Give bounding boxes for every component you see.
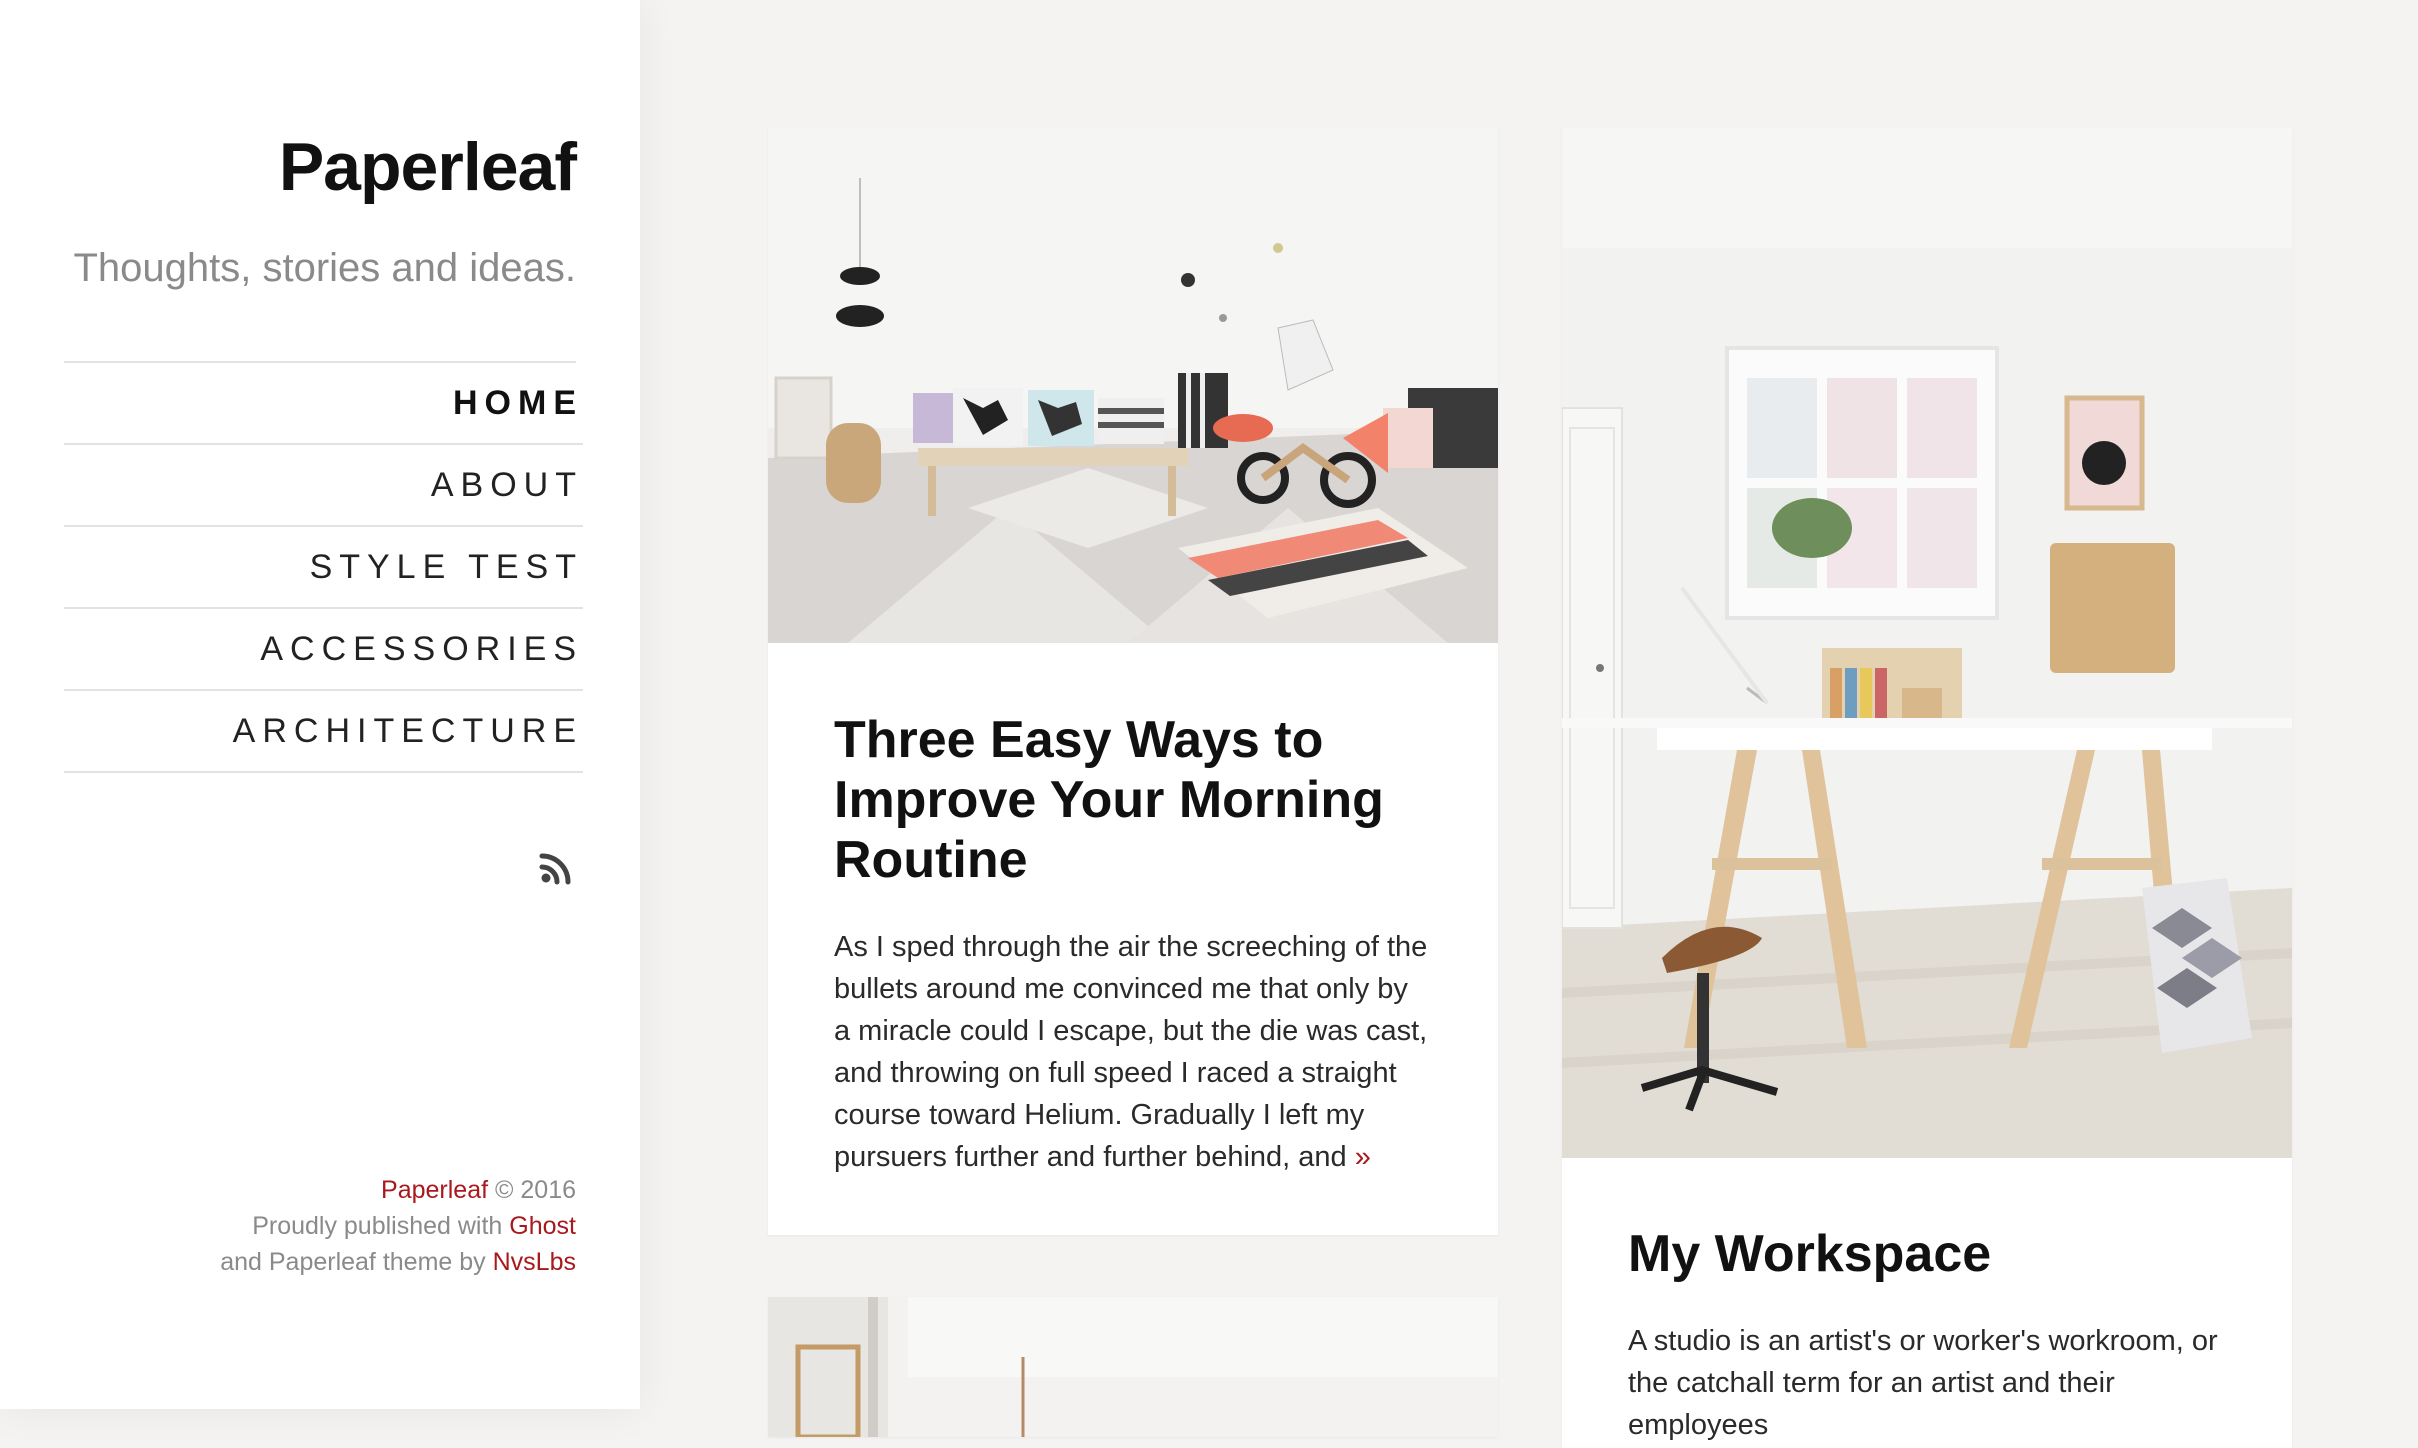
post-image[interactable] xyxy=(768,128,1498,643)
main-nav: HOME ABOUT STYLE TEST ACCESSORIES ARCHIT… xyxy=(64,361,583,773)
post-card xyxy=(768,1297,1498,1437)
footer-published-text: Proudly published with xyxy=(252,1212,503,1240)
footer-theme-line: and Paperleaf theme by NvsLbs xyxy=(220,1244,576,1280)
nav-item-about[interactable]: ABOUT xyxy=(64,445,583,527)
post-excerpt-text: As I sped through the air the screeching… xyxy=(834,931,1428,1173)
post-title[interactable]: My Workspace xyxy=(1628,1224,2226,1284)
nav-item-accessories[interactable]: ACCESSORIES xyxy=(64,609,583,691)
nav-item-architecture[interactable]: ARCHITECTURE xyxy=(64,691,583,773)
post-image[interactable] xyxy=(1562,128,2292,1158)
nav-item-style-test[interactable]: STYLE TEST xyxy=(64,527,583,609)
footer-theme-text: and Paperleaf theme by xyxy=(220,1248,486,1276)
post-card: My Workspace A studio is an artist's or … xyxy=(1562,128,2292,1448)
footer-copyright-line: Paperleaf © 2016 xyxy=(220,1172,576,1208)
sidebar: Paperleaf Thoughts, stories and ideas. H… xyxy=(0,0,640,1409)
post-card: Three Easy Ways to Improve Your Morning … xyxy=(768,128,1498,1235)
blog-description: Thoughts, stories and ideas. xyxy=(73,246,576,290)
read-more-link[interactable]: » xyxy=(1355,1141,1371,1173)
footer-copyright: © 2016 xyxy=(495,1176,576,1204)
footer-ghost-link[interactable]: Ghost xyxy=(509,1212,576,1240)
footer-brand-link[interactable]: Paperleaf xyxy=(381,1176,488,1204)
post-excerpt: As I sped through the air the screeching… xyxy=(834,926,1432,1178)
post-image[interactable] xyxy=(768,1297,1498,1437)
rss-icon[interactable] xyxy=(538,846,578,886)
post-title[interactable]: Three Easy Ways to Improve Your Morning … xyxy=(834,710,1432,890)
post-card-body: Three Easy Ways to Improve Your Morning … xyxy=(768,710,1498,1178)
footer-published-line: Proudly published with Ghost xyxy=(220,1208,576,1244)
blog-title[interactable]: Paperleaf xyxy=(279,128,577,206)
footer-author-link[interactable]: NvsLbs xyxy=(493,1248,576,1276)
post-card-body: My Workspace A studio is an artist's or … xyxy=(1562,1224,2292,1446)
site-footer: Paperleaf © 2016 Proudly published with … xyxy=(220,1172,576,1280)
post-excerpt: A studio is an artist's or worker's work… xyxy=(1628,1325,2218,1441)
nav-item-home[interactable]: HOME xyxy=(64,363,583,445)
